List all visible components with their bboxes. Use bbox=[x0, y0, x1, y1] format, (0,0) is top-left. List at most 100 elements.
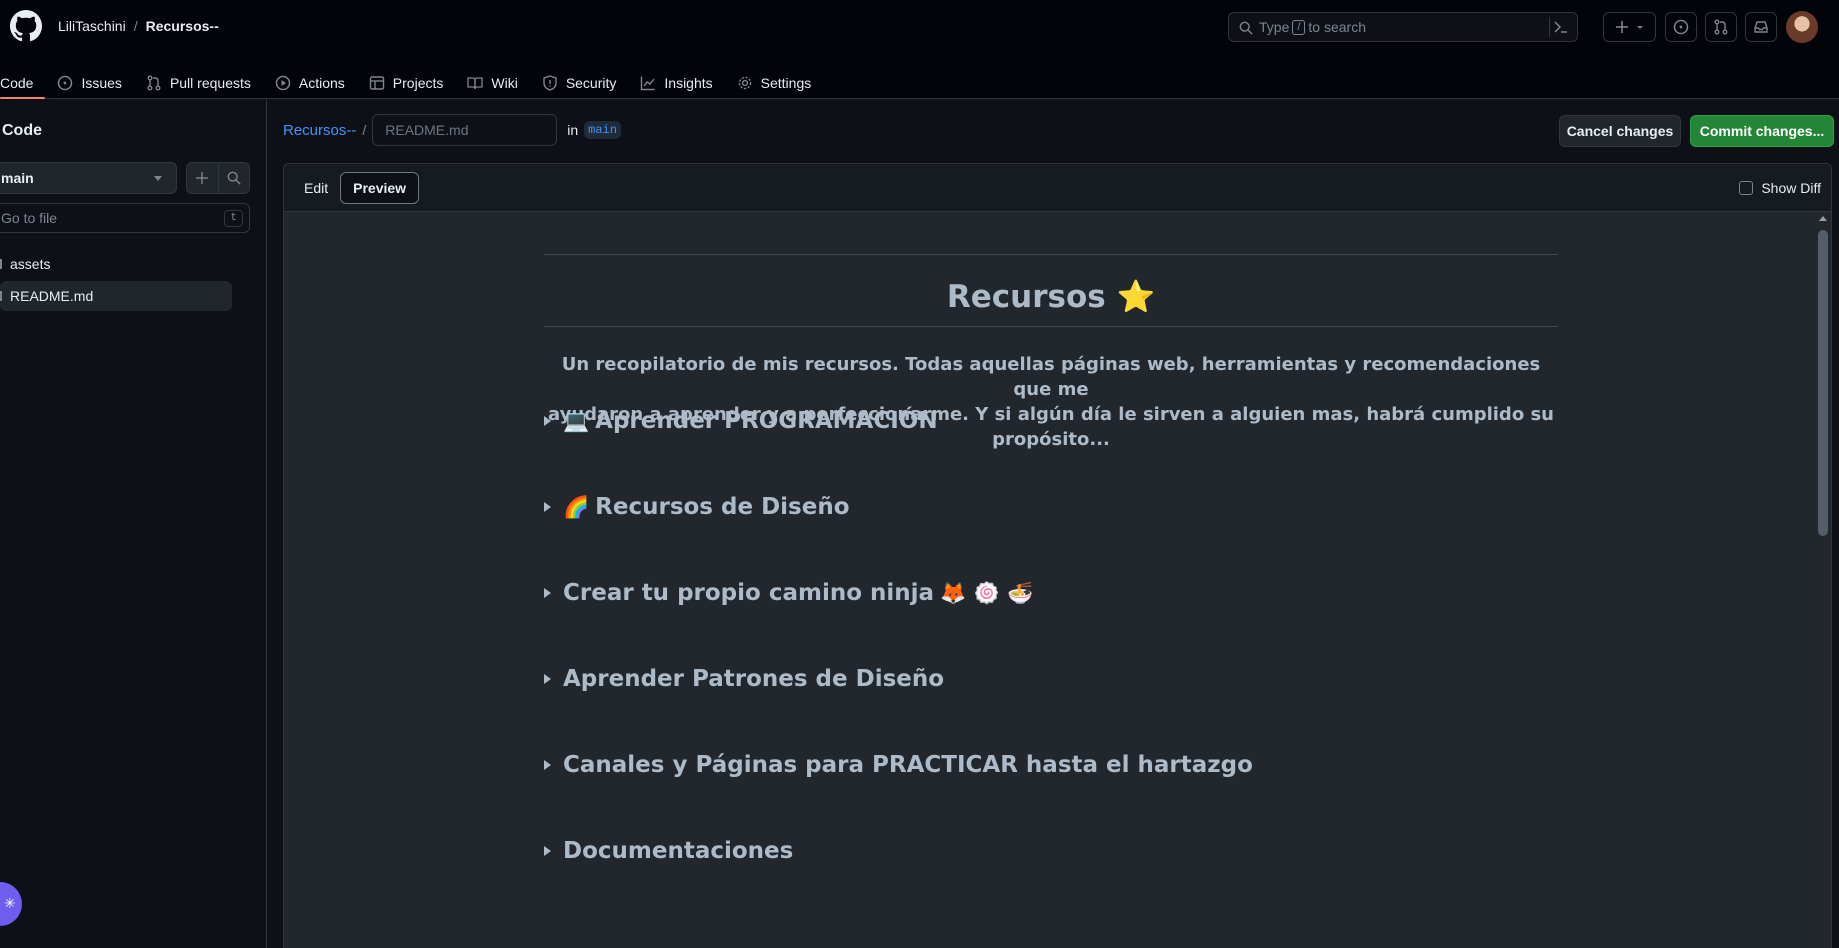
summary-label: Aprender Patrones de Diseño bbox=[563, 666, 945, 692]
graph-icon bbox=[641, 76, 655, 90]
tree-item-assets[interactable]: assets bbox=[0, 249, 232, 279]
command-palette-icon[interactable] bbox=[1549, 17, 1571, 37]
path-separator: / bbox=[362, 122, 367, 138]
show-diff-checkbox[interactable] bbox=[1739, 181, 1754, 195]
add-file-button[interactable] bbox=[187, 163, 219, 193]
search-suffix: to search bbox=[1308, 19, 1367, 35]
divider bbox=[544, 254, 1558, 255]
preview-scrollbar[interactable] bbox=[1815, 212, 1831, 948]
go-to-file-shortcut: t bbox=[224, 210, 243, 227]
in-label: in bbox=[567, 122, 579, 138]
disclosure-triangle-icon bbox=[544, 502, 551, 512]
tab-edit[interactable]: Edit bbox=[292, 172, 340, 204]
tree-item-readme[interactable]: README.md bbox=[0, 281, 232, 311]
intro-line: Un recopilatorio de mis recursos. Todas … bbox=[561, 354, 1541, 400]
issues-button[interactable] bbox=[1665, 12, 1697, 42]
file-icon bbox=[0, 291, 2, 301]
tab-issues-label: Issues bbox=[81, 74, 122, 91]
details-summary[interactable]: Aprender Patrones de Diseño bbox=[544, 666, 944, 692]
breadcrumb: LiliTaschini / Recursos-- bbox=[58, 18, 219, 34]
divider bbox=[544, 326, 1558, 327]
tab-preview[interactable]: Preview bbox=[340, 172, 420, 204]
details-summary[interactable]: Crear tu propio camino ninja 🦊 🍥 🍜 bbox=[544, 580, 1033, 606]
search-files-button[interactable] bbox=[219, 163, 250, 193]
book-icon bbox=[467, 76, 484, 89]
search-input[interactable]: Type / to search bbox=[1228, 12, 1578, 42]
tab-wiki[interactable]: Wiki bbox=[455, 56, 529, 99]
scroll-up-arrow-icon[interactable] bbox=[1819, 216, 1827, 221]
tab-actions-label: Actions bbox=[298, 74, 345, 91]
tab-wiki-label: Wiki bbox=[491, 74, 518, 91]
tab-actions[interactable]: Actions bbox=[263, 56, 357, 99]
details-summary[interactable]: 💻 Aprender PROGRAMACIÓN bbox=[544, 408, 938, 434]
laptop-emoji: 💻 bbox=[563, 408, 590, 433]
caret-down-icon bbox=[154, 176, 162, 181]
summary-label: Canales y Páginas para PRACTICAR hasta e… bbox=[563, 752, 1253, 778]
inbox-button[interactable] bbox=[1745, 12, 1777, 42]
chevron-down-icon bbox=[1636, 26, 1643, 29]
file-tree-sidebar: Code main Go to file t assets README.md bbox=[0, 100, 267, 948]
fox-fishcake-ramen-emoji: 🦊 🍥 🍜 bbox=[940, 580, 1034, 605]
issue-icon bbox=[1673, 19, 1689, 35]
pull-request-icon bbox=[147, 75, 161, 90]
tab-pull-requests[interactable]: Pull requests bbox=[134, 56, 263, 99]
tab-projects[interactable]: Projects bbox=[357, 56, 456, 99]
tab-insights-label: Insights bbox=[664, 74, 713, 91]
file-path-bar: Recursos-- / README.md in main bbox=[283, 114, 621, 146]
tab-insights[interactable]: Insights bbox=[628, 56, 724, 99]
filename-input[interactable]: README.md bbox=[372, 114, 558, 146]
summary-label: Aprender PROGRAMACIÓN bbox=[595, 408, 938, 434]
branch-name: main bbox=[1, 170, 34, 186]
folder-icon bbox=[0, 259, 2, 269]
tab-issues[interactable]: Issues bbox=[45, 56, 133, 99]
plus-icon bbox=[196, 172, 209, 184]
search-shortcut-key: / bbox=[1292, 19, 1306, 35]
rainbow-emoji: 🌈 bbox=[563, 494, 590, 519]
details-summary[interactable]: 🌈 Recursos de Diseño bbox=[544, 494, 850, 520]
tab-settings[interactable]: Settings bbox=[725, 56, 824, 99]
shield-icon bbox=[543, 74, 557, 91]
tab-settings-label: Settings bbox=[760, 74, 812, 91]
summary-label: Documentaciones bbox=[563, 838, 794, 864]
edit-preview-toggle: Edit Preview bbox=[292, 172, 420, 204]
readme-title-text: Recursos bbox=[946, 279, 1106, 315]
tab-security[interactable]: Security bbox=[530, 56, 629, 99]
avatar[interactable] bbox=[1786, 11, 1818, 43]
owner-link[interactable]: LiliTaschini bbox=[58, 18, 126, 34]
tab-security-label: Security bbox=[565, 74, 617, 91]
play-icon bbox=[275, 75, 291, 90]
go-to-file-placeholder: Go to file bbox=[1, 210, 58, 226]
search-icon bbox=[1239, 21, 1253, 35]
show-diff-toggle[interactable]: Show Diff bbox=[1739, 180, 1821, 196]
branch-selector[interactable]: main bbox=[0, 162, 177, 194]
tab-code-label: Code bbox=[0, 74, 34, 91]
summary-label: Crear tu propio camino ninja bbox=[563, 580, 935, 606]
cancel-changes-button[interactable]: Cancel changes bbox=[1559, 115, 1681, 147]
create-new-button[interactable] bbox=[1603, 12, 1656, 42]
disclosure-triangle-icon bbox=[544, 674, 551, 684]
repo-nav-tabs: Code Issues Pull requests Actions Projec… bbox=[0, 56, 823, 99]
branch-badge: main bbox=[584, 121, 621, 139]
scrollbar-thumb[interactable] bbox=[1818, 230, 1828, 536]
sidebar-title: Code bbox=[2, 122, 42, 139]
editor-toolbar: Edit Preview Show Diff bbox=[284, 164, 1831, 212]
repo-link[interactable]: Recursos-- bbox=[146, 18, 219, 34]
details-summary[interactable]: Documentaciones bbox=[544, 838, 793, 864]
tab-code[interactable]: Code bbox=[0, 56, 46, 99]
go-to-file-input[interactable]: Go to file t bbox=[0, 203, 250, 233]
table-icon bbox=[369, 75, 384, 90]
tab-projects-label: Projects bbox=[392, 74, 444, 91]
pull-requests-button[interactable] bbox=[1705, 12, 1737, 42]
show-diff-label: Show Diff bbox=[1761, 180, 1821, 196]
repo-root-link[interactable]: Recursos-- bbox=[283, 122, 356, 139]
disclosure-triangle-icon bbox=[544, 588, 551, 598]
commit-changes-button[interactable]: Commit changes... bbox=[1690, 115, 1834, 147]
disclosure-triangle-icon bbox=[544, 846, 551, 856]
details-summary[interactable]: Canales y Páginas para PRACTICAR hasta e… bbox=[544, 752, 1253, 778]
disclosure-triangle-icon bbox=[544, 760, 551, 770]
readme-intro: Un recopilatorio de mis recursos. Todas … bbox=[544, 352, 1558, 452]
pull-request-icon bbox=[1714, 19, 1728, 35]
top-header: LiliTaschini / Recursos-- Type / to sear… bbox=[0, 0, 1839, 99]
github-logo-icon[interactable] bbox=[10, 10, 42, 42]
filename-placeholder: README.md bbox=[385, 122, 469, 138]
